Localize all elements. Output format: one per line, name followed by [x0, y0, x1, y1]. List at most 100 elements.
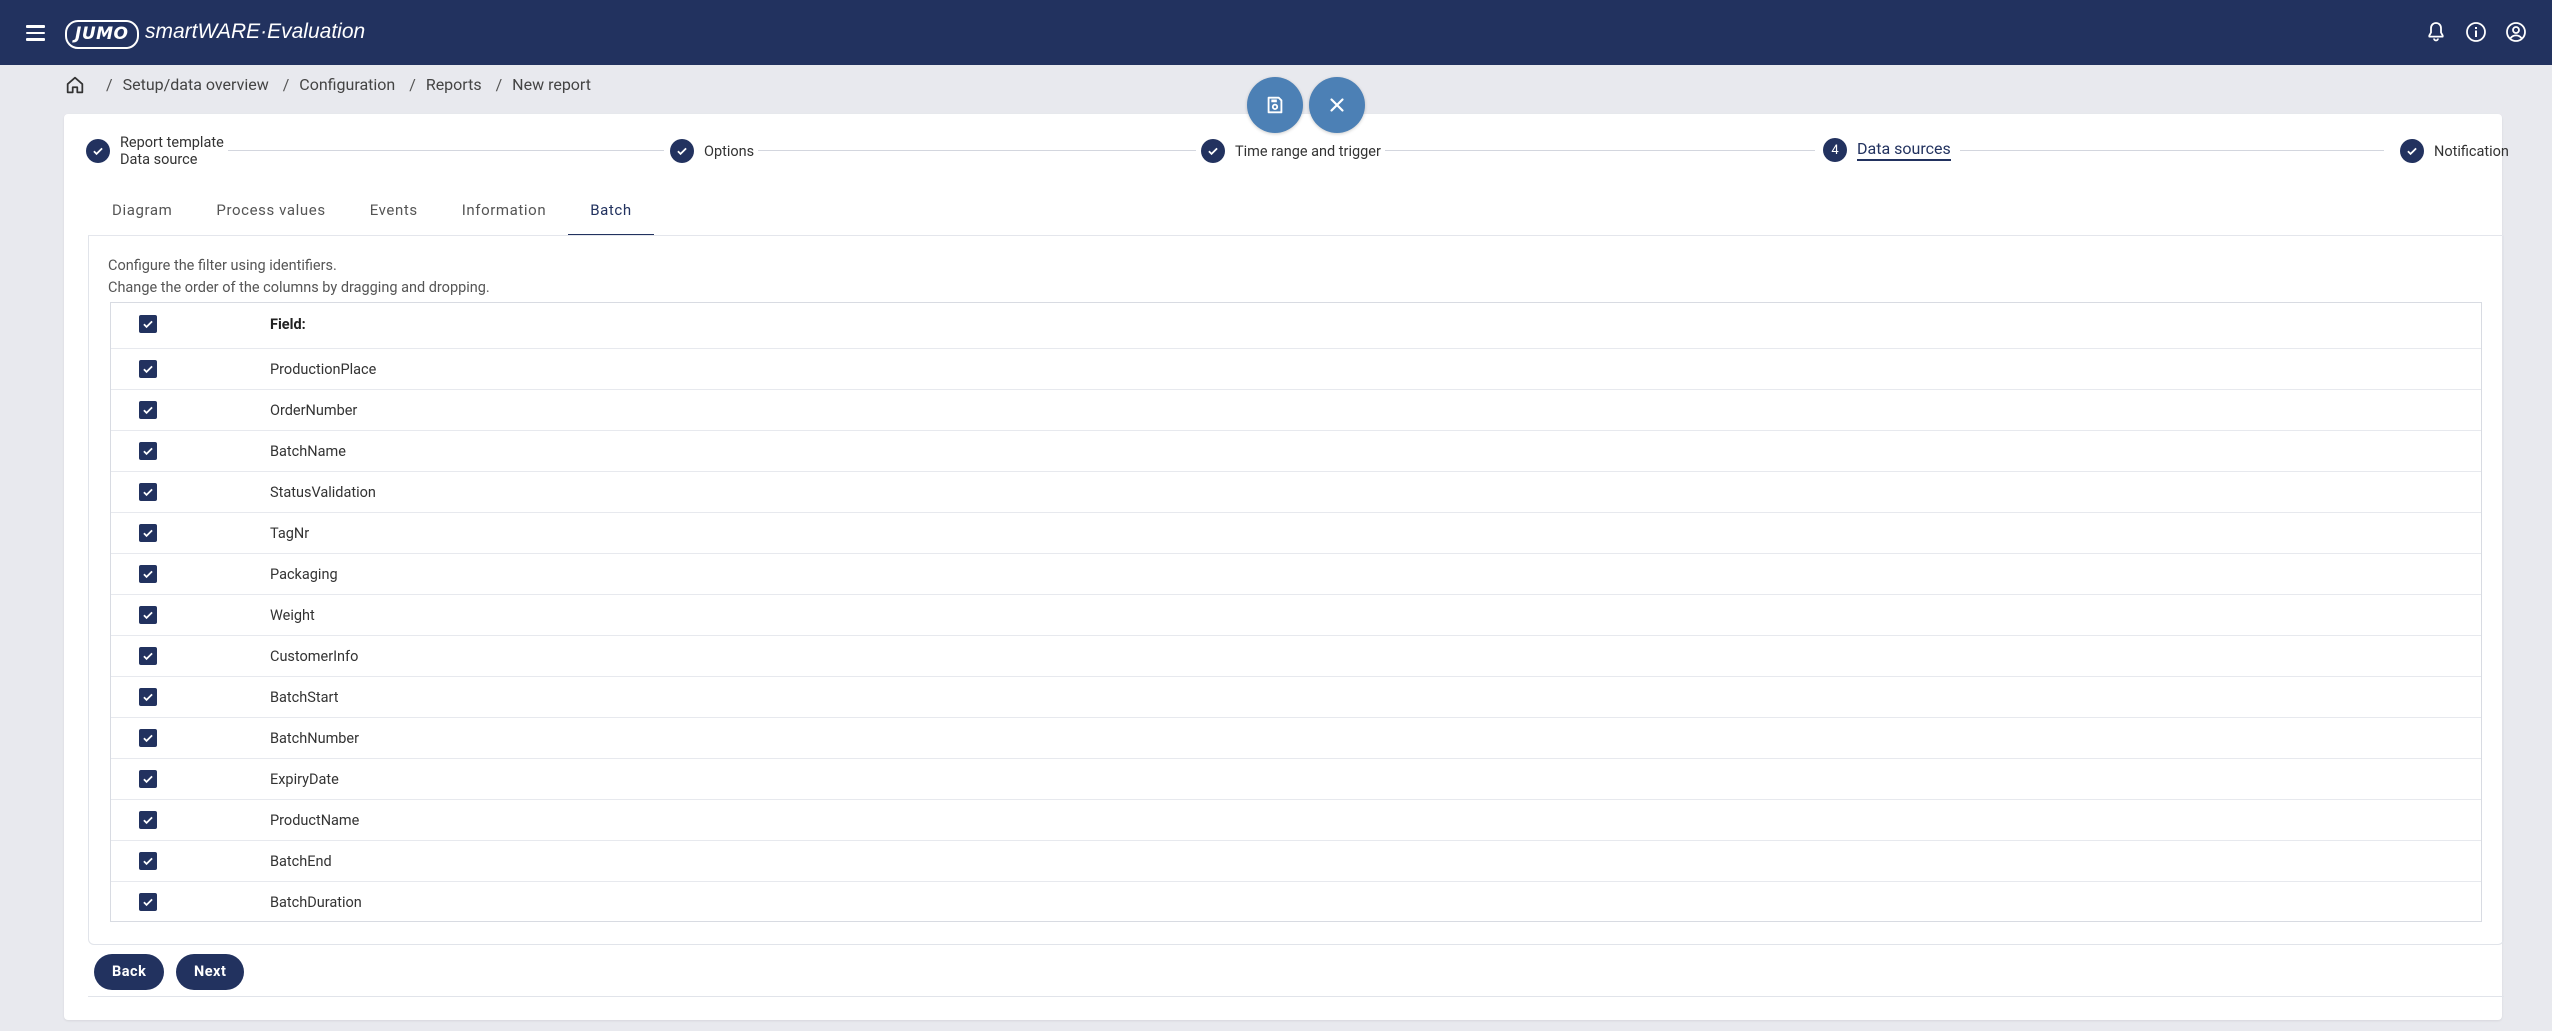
jumo-logo: JUMO [65, 20, 139, 49]
table-row[interactable]: TagNr [111, 513, 2481, 554]
field-name: Packaging [270, 566, 338, 583]
field-name: Weight [270, 607, 315, 624]
breadcrumb-item[interactable]: Setup/data overview [123, 75, 269, 94]
step-label: Data sources [1857, 140, 1951, 161]
stepper-connector [758, 150, 1196, 151]
row-checkbox[interactable] [139, 401, 157, 419]
info-icon[interactable] [2464, 20, 2488, 44]
row-checkbox[interactable] [139, 565, 157, 583]
table-row[interactable]: BatchStart [111, 677, 2481, 718]
field-name: StatusValidation [270, 484, 376, 501]
stepper-connector [1385, 150, 1815, 151]
row-checkbox[interactable] [139, 360, 157, 378]
table-row[interactable]: ExpiryDate [111, 759, 2481, 800]
row-checkbox[interactable] [139, 729, 157, 747]
step-report-template[interactable]: Report template Data source [86, 134, 224, 168]
row-checkbox[interactable] [139, 524, 157, 542]
field-name: BatchNumber [270, 730, 360, 747]
table-row[interactable]: BatchName [111, 431, 2481, 472]
account-icon[interactable] [2504, 20, 2528, 44]
tab-diagram[interactable]: Diagram [90, 190, 194, 236]
top-app-bar: JUMO smartWARE·Evaluation [0, 0, 2552, 65]
check-icon [143, 857, 153, 866]
check-icon [86, 139, 110, 163]
check-icon [143, 693, 153, 702]
check-icon [143, 488, 153, 497]
check-icon [143, 529, 153, 538]
row-checkbox[interactable] [139, 606, 157, 624]
step-label: Notification [2434, 142, 2509, 160]
field-name: ProductName [270, 812, 360, 829]
field-name: BatchDuration [270, 894, 362, 911]
step-label: Options [704, 142, 755, 160]
field-table: Field: ProductionPlace OrderNumber Batch… [110, 302, 2482, 922]
field-name: TagNr [270, 525, 310, 542]
field-name: BatchStart [270, 689, 339, 706]
check-icon [143, 570, 153, 579]
bell-icon[interactable] [2424, 20, 2448, 44]
check-icon [143, 652, 153, 661]
next-button[interactable]: Next [176, 954, 245, 990]
table-row[interactable]: Packaging [111, 554, 2481, 595]
breadcrumb-item[interactable]: Configuration [299, 75, 395, 94]
table-row[interactable]: OrderNumber [111, 390, 2481, 431]
back-button[interactable]: Back [94, 954, 165, 990]
row-checkbox[interactable] [139, 483, 157, 501]
tab-events[interactable]: Events [348, 190, 440, 236]
table-header-row: Field: [111, 303, 2481, 349]
check-icon [1201, 139, 1225, 163]
field-name: BatchName [270, 443, 346, 460]
check-icon [143, 320, 153, 329]
check-icon [143, 816, 153, 825]
close-button[interactable] [1309, 77, 1365, 133]
check-icon [143, 447, 153, 456]
row-checkbox[interactable] [139, 893, 157, 911]
breadcrumb-current: New report [512, 75, 591, 94]
field-name: ProductionPlace [270, 361, 377, 378]
table-row[interactable]: BatchNumber [111, 718, 2481, 759]
home-icon[interactable] [64, 74, 86, 96]
footer-divider [88, 996, 2504, 997]
menu-icon[interactable] [22, 19, 50, 47]
stepper-connector [1960, 150, 2384, 151]
tab-process-values[interactable]: Process values [194, 190, 347, 236]
step-options[interactable]: Options [670, 139, 754, 163]
row-checkbox[interactable] [139, 442, 157, 460]
tab-information[interactable]: Information [440, 190, 569, 236]
field-name: BatchEnd [270, 853, 332, 870]
check-icon [143, 611, 153, 620]
table-row[interactable]: ProductionPlace [111, 349, 2481, 390]
step-notification[interactable]: Notification [2400, 139, 2509, 163]
tab-batch[interactable]: Batch [568, 190, 654, 236]
table-row[interactable]: BatchDuration [111, 882, 2481, 923]
save-button[interactable] [1247, 77, 1303, 133]
row-checkbox[interactable] [139, 770, 157, 788]
check-icon [143, 898, 153, 907]
close-icon [1330, 98, 1344, 112]
breadcrumb-item[interactable]: Reports [426, 75, 482, 94]
check-icon [143, 775, 153, 784]
table-row[interactable]: ProductName [111, 800, 2481, 841]
field-name: ExpiryDate [270, 771, 339, 788]
row-checkbox[interactable] [139, 811, 157, 829]
table-row[interactable]: Weight [111, 595, 2481, 636]
step-number: 4 [1823, 138, 1847, 162]
description-line: Change the order of the columns by dragg… [108, 279, 490, 296]
table-row[interactable]: CustomerInfo [111, 636, 2481, 677]
step-time-range[interactable]: Time range and trigger [1201, 139, 1381, 163]
step-data-sources[interactable]: 4 Data sources [1823, 138, 1951, 162]
breadcrumb: / Setup/data overview / Configuration / Rep… [106, 75, 591, 94]
field-name: OrderNumber [270, 402, 358, 419]
check-icon [143, 365, 153, 374]
select-all-checkbox[interactable] [139, 315, 157, 333]
step-label: Time range and trigger [1235, 142, 1381, 160]
check-icon [143, 734, 153, 743]
row-checkbox[interactable] [139, 647, 157, 665]
row-checkbox[interactable] [139, 688, 157, 706]
table-row[interactable]: BatchEnd [111, 841, 2481, 882]
check-icon [2400, 139, 2424, 163]
table-row[interactable]: StatusValidation [111, 472, 2481, 513]
row-checkbox[interactable] [139, 852, 157, 870]
field-name: CustomerInfo [270, 648, 359, 665]
check-icon [143, 406, 153, 415]
